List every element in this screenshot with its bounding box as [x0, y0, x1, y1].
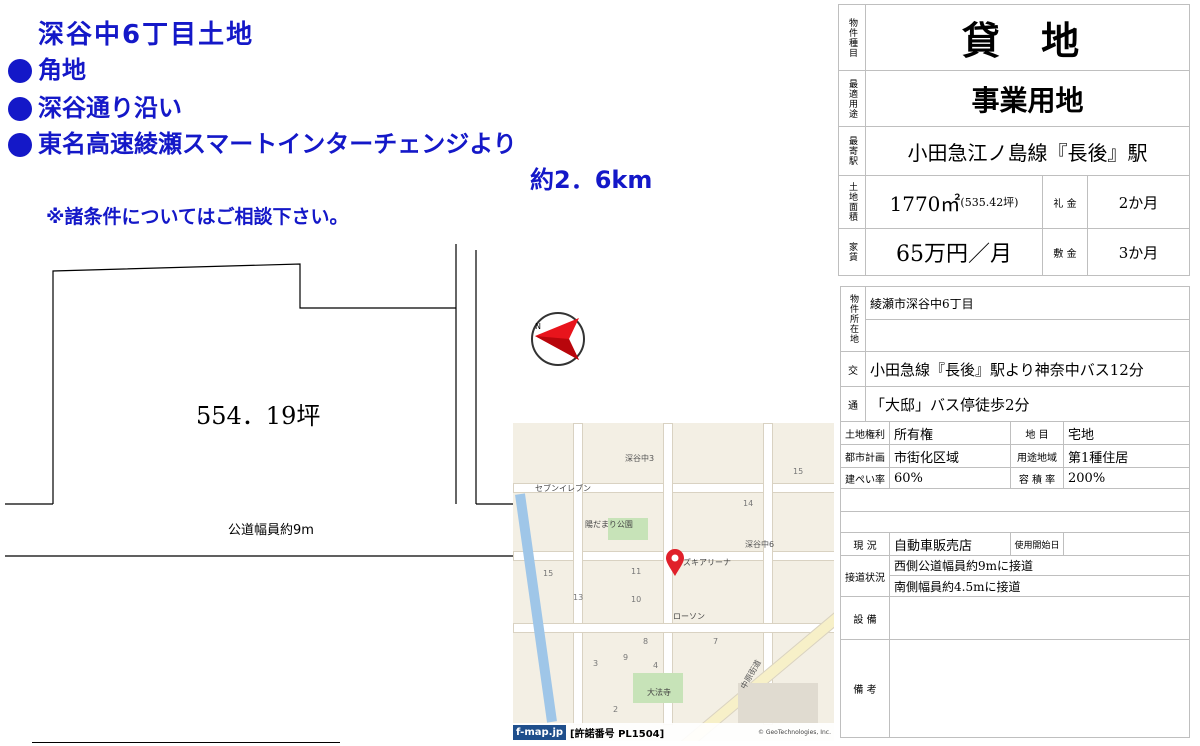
- use-value: 事業用地: [865, 70, 1190, 127]
- map-block-number: 15: [543, 569, 554, 578]
- rights-label: 土地権利: [840, 421, 890, 445]
- map-block-number: 9: [623, 653, 629, 662]
- land-area-tsubo: (535.42坪): [960, 196, 1019, 209]
- map-block-number: 11: [631, 567, 642, 576]
- location-map[interactable]: 深谷中3 セブンイレブン 陽だまり公園 深谷中6 ズキアリーナ ローソン 大法寺…: [513, 423, 834, 741]
- bullet-icon: [8, 59, 32, 83]
- rights-value: 所有権: [889, 421, 1011, 445]
- location-value: 綾瀬市深谷中6丁目: [865, 286, 1190, 320]
- use-label: 最適用途: [838, 70, 866, 127]
- facilities-value: [889, 596, 1190, 640]
- compass-icon: N: [529, 310, 587, 368]
- zoning-label: 用途地域: [1010, 444, 1064, 468]
- bottom-line: [32, 742, 340, 743]
- map-label-arena: ズキアリーナ: [683, 558, 731, 567]
- bullet-corner-lot: 角地: [8, 50, 86, 85]
- rent-label: 家賃: [838, 228, 866, 276]
- location-label: 物件所在地: [840, 286, 866, 352]
- map-block-number: 3: [593, 659, 599, 668]
- property-title: 深谷中6丁目土地: [38, 20, 255, 50]
- map-block-number: 13: [573, 593, 584, 602]
- bullet-interchange: 東名高速綾瀬スマートインターチェンジより: [8, 124, 517, 159]
- transport-label-bottom: 通: [840, 386, 866, 422]
- map-block-number: 8: [643, 637, 649, 646]
- conditions-note: ※諸条件についてはご相談下さい。: [46, 206, 349, 228]
- blank-row-1: [840, 488, 1190, 512]
- factory-area: [738, 683, 818, 723]
- rent-value: 65万円／月: [865, 228, 1043, 276]
- map-block-number: 14: [743, 499, 754, 508]
- planning-label: 都市計画: [840, 444, 890, 468]
- deposit-value: 3か月: [1087, 228, 1190, 276]
- blank-row-2: [840, 511, 1190, 533]
- land-area-label: 土地面積: [838, 175, 866, 229]
- remarks-label: 備 考: [840, 639, 890, 738]
- station-value: 小田急江ノ島線『長後』駅: [865, 126, 1190, 176]
- map-copyright: © GeoTechnologies, Inc.: [757, 728, 831, 736]
- map-label-seven-eleven: セブンイレブン: [535, 484, 591, 493]
- land-category-label: 地 目: [1010, 421, 1064, 445]
- map-label-temple: 大法寺: [647, 688, 671, 697]
- remarks-value: [889, 639, 1190, 738]
- land-area-value: 1770㎡ (535.42坪): [865, 175, 1043, 229]
- map-block-number: 15: [793, 467, 804, 476]
- planning-value: 市街化区域: [889, 444, 1011, 468]
- transport-line-1: 小田急線『長後』駅より神奈中バス12分: [865, 351, 1190, 387]
- coverage-label: 建ぺい率: [840, 467, 890, 489]
- road-width-label: 公道幅員約9m: [228, 523, 314, 538]
- land-area-sqm: 1770㎡: [889, 191, 961, 216]
- land-category-value: 宅地: [1063, 421, 1190, 445]
- facilities-label: 設 備: [840, 596, 890, 640]
- zoning-value: 第1種住居: [1063, 444, 1190, 468]
- distance-text: 約2．6km: [530, 166, 653, 194]
- map-permit: [許諾番号 PL1504]: [570, 728, 665, 740]
- deposit-label: 敷 金: [1042, 228, 1088, 276]
- transport-label-top: 交: [840, 351, 866, 387]
- current-status-value: 自動車販売店: [889, 532, 1011, 556]
- key-money-label: 礼 金: [1042, 175, 1088, 229]
- river: [515, 493, 557, 723]
- map-block-number: 7: [713, 637, 719, 646]
- map-label-fukayanaka3: 深谷中3: [625, 454, 655, 463]
- floor-area-ratio-value: 200%: [1063, 467, 1190, 489]
- map-block-number: 4: [653, 661, 659, 670]
- road-access-line-1: 西側公道幅員約9mに接道: [889, 555, 1190, 576]
- location-blank: [865, 319, 1190, 352]
- type-value: 貸 地: [865, 4, 1190, 71]
- bullet-icon: [8, 133, 32, 157]
- map-pin-icon: [666, 549, 684, 576]
- details-table: 物件所在地 綾瀬市深谷中6丁目 交 小田急線『長後』駅より神奈中バス12分 通 …: [840, 286, 1190, 738]
- start-date-label: 使用開始日: [1010, 532, 1064, 556]
- map-label-fukayanaka6: 深谷中6: [745, 540, 775, 549]
- map-label-lawson: ローソン: [673, 612, 705, 621]
- type-label: 物件種目: [838, 4, 866, 71]
- road-access-label: 接道状況: [840, 555, 890, 597]
- summary-table: 物件種目 貸 地 最適用途 事業用地 最寄駅 小田急江ノ島線『長後』駅 土地面積…: [838, 4, 1190, 276]
- map-block-number: 10: [631, 595, 642, 604]
- bullet-icon: [8, 97, 32, 121]
- coverage-value: 60%: [889, 467, 1011, 489]
- map-footer: f-map.jp [許諾番号 PL1504] © GeoTechnologies…: [513, 723, 834, 741]
- map-block-number: 2: [613, 705, 619, 714]
- station-label: 最寄駅: [838, 126, 866, 176]
- map-logo[interactable]: f-map.jp: [513, 724, 567, 740]
- transport-line-2: 「大邸」バス停徒歩2分: [865, 386, 1190, 422]
- current-status-label: 現 況: [840, 532, 890, 556]
- bullet-street: 深谷通り沿い: [8, 88, 182, 123]
- lot-area: 554．19坪: [196, 402, 321, 430]
- map-label-park: 陽だまり公園: [585, 520, 633, 529]
- road-access-line-2: 南側幅員約4.5mに接道: [889, 575, 1190, 597]
- start-date-value: [1063, 532, 1190, 556]
- compass-north-label: N: [535, 322, 541, 331]
- floor-area-ratio-label: 容 積 率: [1010, 467, 1064, 489]
- key-money-value: 2か月: [1087, 175, 1190, 229]
